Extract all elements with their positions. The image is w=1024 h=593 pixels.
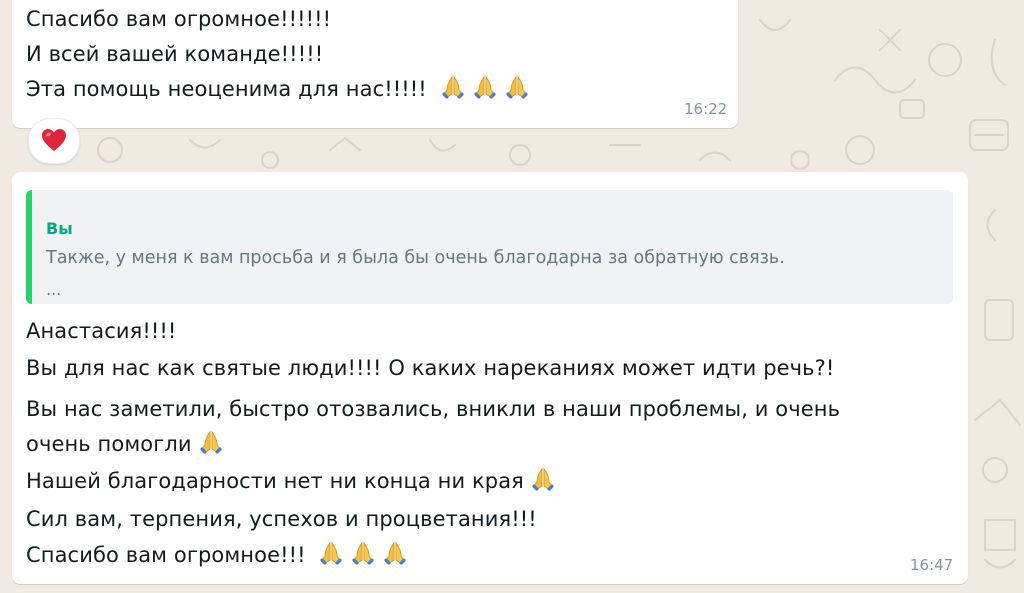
folded-hands-icon [318, 540, 344, 566]
folded-hands-icon [504, 74, 530, 100]
folded-hands-icon [382, 540, 408, 566]
quote-text: Также, у меня к вам просьба и я была бы … [46, 248, 785, 268]
quoted-reply[interactable]: Вы Также, у меня к вам просьба и я была … [26, 190, 953, 304]
folded-hands-icon [440, 74, 466, 100]
message-text-line: Анастасия!!!! [26, 319, 177, 343]
message-timestamp: 16:47 [910, 556, 954, 574]
folded-hands-icon [198, 429, 224, 455]
message-text-line: Спасибо вам огромное!!! [26, 538, 408, 573]
incoming-message-bubble[interactable]: Спасибо вам огромное!!!!!! И всей вашей … [12, 0, 738, 128]
outgoing-message-bubble[interactable]: Вы Также, у меня к вам просьба и я была … [12, 172, 968, 584]
quote-accent-bar [26, 190, 32, 304]
folded-hands-icon [472, 74, 498, 100]
message-text-line: Вы для нас как святые люди!!!! О каких н… [26, 356, 835, 380]
message-text-line: Нашей благодарности нет ни конца ни края [26, 464, 556, 499]
message-text: очень помогли [26, 432, 192, 456]
message-text: Нашей благодарности нет ни конца ни края [26, 469, 524, 493]
message-text: Спасибо вам огромное!!! [26, 543, 306, 567]
folded-hands-icon [350, 540, 376, 566]
message-text-line: И всей вашей команде!!!!! [26, 42, 324, 66]
message-text-line: Эта помощь неоценима для нас!!!!! [26, 72, 530, 107]
message-text-line: очень помогли [26, 427, 224, 462]
quote-author: Вы [46, 219, 73, 238]
heart-reaction[interactable] [28, 118, 80, 164]
message-text-line: Вы нас заметили, быстро отозвались, вник… [26, 397, 841, 421]
quote-ellipsis: ... [46, 280, 62, 299]
message-text-line: Сил вам, терпения, успехов и процветания… [26, 507, 537, 531]
message-timestamp: 16:22 [684, 100, 728, 118]
message-text-line: Спасибо вам огромное!!!!!! [26, 7, 332, 31]
heart-icon [42, 129, 66, 151]
message-text: Эта помощь неоценима для нас!!!!! [26, 77, 427, 101]
folded-hands-icon [530, 466, 556, 492]
